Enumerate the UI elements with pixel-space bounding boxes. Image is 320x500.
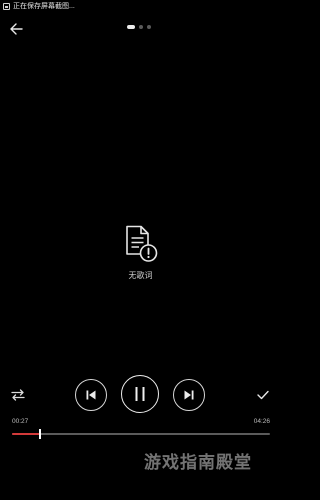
play-mode-button[interactable] xyxy=(9,386,27,404)
page-dot-active[interactable] xyxy=(127,25,135,29)
screenshot-icon xyxy=(3,2,10,10)
arrow-left-icon xyxy=(10,23,23,35)
confirm-button[interactable] xyxy=(254,386,272,404)
watermark: 游戏指南殿堂 xyxy=(144,453,252,473)
total-time: 04:26 xyxy=(253,418,270,425)
skip-next-icon xyxy=(184,390,194,400)
play-pause-button[interactable] xyxy=(121,375,159,413)
check-icon xyxy=(257,390,269,400)
progress-bar[interactable] xyxy=(12,429,270,439)
page-dot[interactable] xyxy=(139,25,143,29)
progress-thumb[interactable] xyxy=(39,429,42,439)
document-warning-icon xyxy=(125,225,157,262)
progress-played xyxy=(12,433,41,435)
no-lyrics-placeholder: 无歌词 xyxy=(0,225,281,281)
no-lyrics-label: 无歌词 xyxy=(128,271,153,280)
status-text: 正在保存屏幕截图... xyxy=(13,3,75,10)
playback-controls xyxy=(0,375,281,417)
page-dot[interactable] xyxy=(147,25,151,29)
swap-arrows-icon xyxy=(11,389,25,401)
status-bar: 正在保存屏幕截图... xyxy=(0,0,281,12)
previous-track-button[interactable] xyxy=(75,379,107,411)
elapsed-time: 00:27 xyxy=(12,418,29,425)
back-button[interactable] xyxy=(6,19,26,39)
pause-icon xyxy=(135,387,145,401)
page-indicator xyxy=(127,25,151,29)
next-track-button[interactable] xyxy=(173,379,205,411)
skip-previous-icon xyxy=(86,390,96,400)
